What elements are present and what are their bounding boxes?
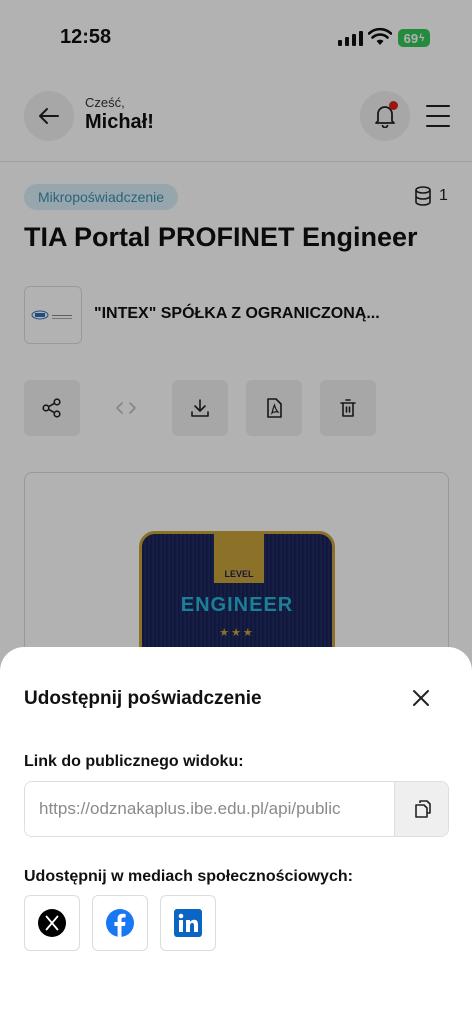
x-icon — [38, 909, 66, 937]
facebook-icon — [106, 909, 134, 937]
share-sheet: Udostępnij poświadczenie Link do publicz… — [0, 647, 472, 1028]
share-sheet-title: Udostępnij poświadczenie — [24, 688, 262, 709]
share-facebook-button[interactable] — [92, 895, 148, 951]
social-share-buttons — [24, 895, 216, 951]
share-x-button[interactable] — [24, 895, 80, 951]
copy-icon — [414, 800, 431, 818]
copy-link-button[interactable] — [394, 782, 448, 836]
public-link-label: Link do publicznego widoku: — [24, 753, 244, 770]
public-link-input[interactable] — [25, 782, 393, 836]
social-share-label: Udostępnij w mediach społecznościowych: — [24, 868, 353, 885]
linkedin-icon — [174, 909, 202, 937]
public-link-field — [24, 781, 449, 837]
share-linkedin-button[interactable] — [160, 895, 216, 951]
close-icon[interactable] — [410, 687, 432, 709]
